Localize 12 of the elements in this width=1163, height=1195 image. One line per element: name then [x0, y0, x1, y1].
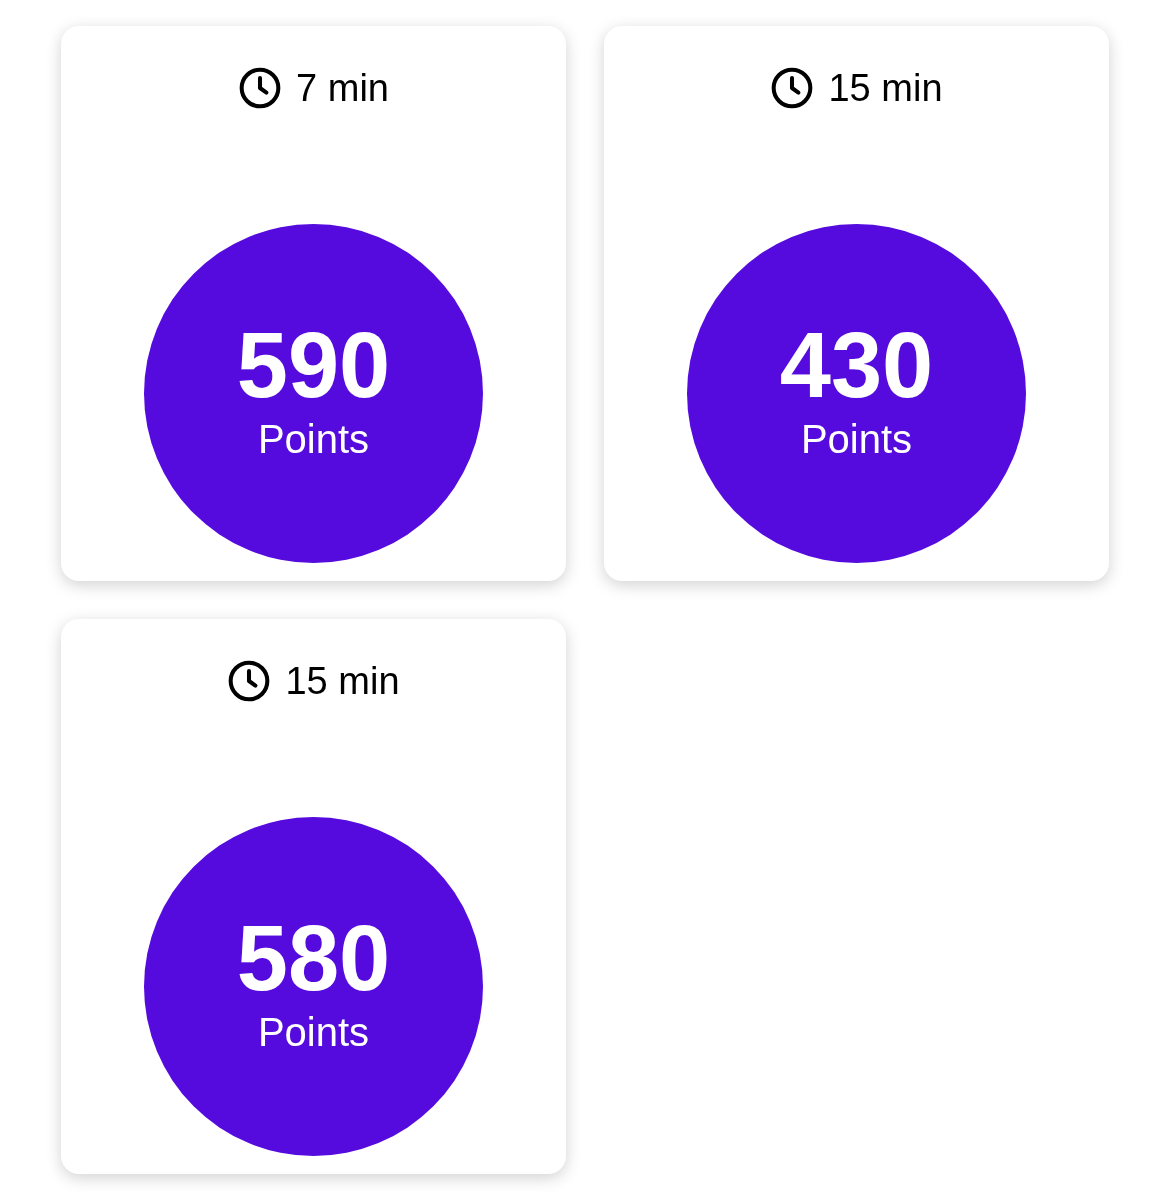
clock-icon — [770, 66, 815, 110]
clock-icon — [227, 659, 272, 703]
duration-label: 7 min — [296, 69, 389, 107]
duration-label: 15 min — [828, 69, 943, 107]
points-label: Points — [257, 418, 370, 459]
clock-icon — [238, 66, 283, 110]
duration-label: 15 min — [285, 662, 400, 700]
points-label: Points — [800, 418, 913, 459]
points-value: 590 — [236, 318, 391, 411]
points-value: 430 — [779, 318, 934, 411]
points-label: Points — [257, 1011, 370, 1052]
points-value: 580 — [236, 911, 391, 1004]
